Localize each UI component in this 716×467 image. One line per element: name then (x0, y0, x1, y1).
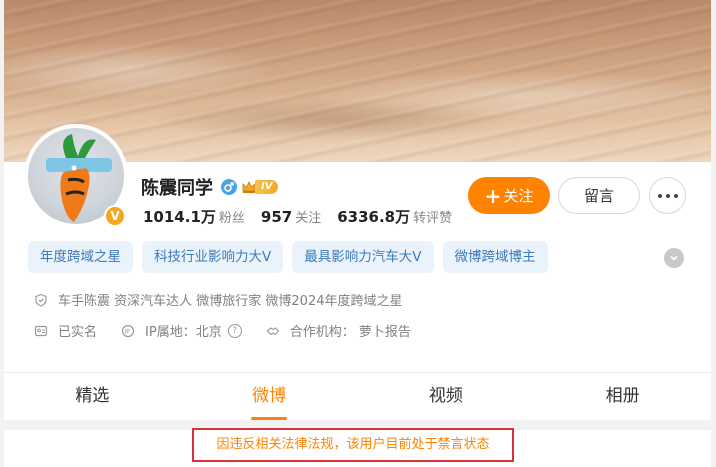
ip-icon: IP (121, 324, 135, 337)
tab-weibo[interactable]: 微博 (181, 373, 358, 420)
interactions-count: 6336.8万 (337, 208, 411, 226)
male-gender-icon (221, 179, 237, 195)
stat-interactions: 6336.8万 转评赞 (337, 206, 452, 227)
more-dot-icon (673, 193, 678, 198)
followers-label: 粉丝 (218, 211, 245, 226)
followers-count: 1014.1万 (143, 208, 216, 226)
more-dot-icon (665, 193, 670, 198)
real-name-item: 已实名 (34, 321, 97, 340)
honor-tag[interactable]: 最具影响力汽车大V (292, 241, 434, 273)
tab-featured[interactable]: 精选 (4, 373, 181, 420)
profile-tabs: 精选 微博 视频 相册 (4, 373, 711, 420)
honor-tag[interactable]: 年度跨域之星 (28, 241, 133, 273)
stats-row: 1014.1万 粉丝 957 关注 6336.8万 转评赞 (143, 206, 468, 227)
following-label: 关注 (295, 211, 322, 226)
follow-label: 关注 (503, 187, 534, 205)
help-icon[interactable]: ? (227, 323, 242, 338)
handshake-icon (266, 326, 279, 335)
svg-text:IP: IP (124, 328, 130, 335)
more-dot-icon (657, 193, 662, 198)
stat-following[interactable]: 957 关注 (261, 207, 321, 226)
more-options-button[interactable] (649, 177, 686, 214)
vip-level-label: IV (255, 180, 279, 194)
id-card-icon (34, 325, 48, 336)
name-row: 陈震同学 IV (141, 175, 279, 199)
plus-icon: + (484, 183, 502, 208)
real-name-text: 已实名 (58, 325, 98, 340)
vip-badge[interactable]: IV (241, 179, 279, 195)
stat-followers[interactable]: 1014.1万 粉丝 (143, 206, 245, 227)
expand-tags-button[interactable] (664, 248, 684, 268)
honor-tags: 年度跨域之星 科技行业影响力大V 最具影响力汽车大V 微博跨域博主 (28, 241, 557, 273)
tab-video[interactable]: 视频 (358, 373, 535, 420)
ban-notice: 因违反相关法律法规，该用户目前处于禁言状态 (192, 428, 514, 462)
partner-item: 合作机构： 萝卜报告 (266, 321, 411, 340)
username: 陈震同学 (141, 178, 213, 199)
honor-tag[interactable]: 科技行业影响力大V (142, 241, 284, 273)
following-count: 957 (260, 208, 293, 226)
honor-tag[interactable]: 微博跨域博主 (442, 241, 548, 273)
bio-row: 车手陈震 资深汽车达人 微博旅行家 微博2024年度跨域之星 (34, 290, 402, 309)
partner-text: 合作机构： 萝卜报告 (289, 325, 411, 340)
interactions-label: 转评赞 (413, 211, 453, 226)
message-button[interactable]: 留言 (558, 177, 640, 214)
ip-location-item: IP IP属地：北京 ? (121, 321, 242, 340)
verified-badge: V (104, 205, 126, 227)
shield-icon (35, 293, 47, 307)
ip-location-text: IP属地：北京 (145, 325, 222, 340)
chevron-down-icon (670, 255, 678, 261)
meta-row: 已实名 IP IP属地：北京 ? 合作机构： 萝卜报告 (34, 321, 435, 340)
tab-album[interactable]: 相册 (534, 373, 711, 420)
follow-button[interactable]: + 关注 (468, 177, 550, 214)
bio-text: 车手陈震 资深汽车达人 微博旅行家 微博2024年度跨域之星 (58, 294, 403, 309)
